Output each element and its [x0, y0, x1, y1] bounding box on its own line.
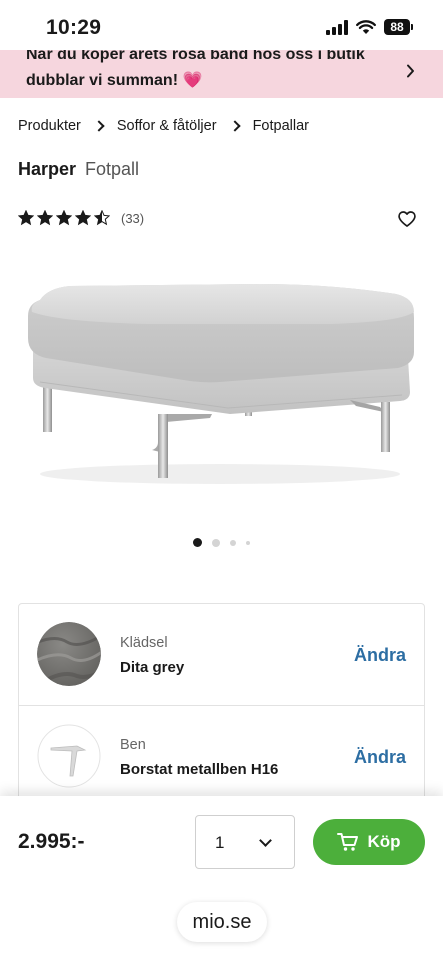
cellular-signal-icon [326, 19, 348, 35]
product-title: Harper Fotpall [18, 159, 139, 180]
carousel-dot[interactable] [246, 540, 250, 545]
heart-icon[interactable] [397, 209, 417, 229]
browser-bottom-bar: mio.se [0, 892, 443, 960]
product-name: Harper [18, 159, 77, 179]
wifi-icon [356, 19, 376, 34]
status-time: 10:29 [46, 16, 102, 39]
star-icon [37, 210, 53, 226]
star-icon [18, 210, 34, 226]
chevron-right-icon [406, 64, 415, 83]
status-bar: 10:29 88 [0, 0, 443, 50]
battery-level: 88 [384, 19, 410, 35]
review-count: (33) [121, 210, 145, 226]
rating[interactable]: (33) [18, 210, 144, 226]
option-legs[interactable]: Ben Borstat metallben H16 Ändra [19, 705, 424, 806]
promo-banner[interactable]: När du köper årets rosa band hos oss i b… [0, 50, 443, 98]
breadcrumb-item-fotpallar[interactable]: Fotpallar [253, 118, 309, 134]
carousel-dot[interactable] [193, 538, 202, 547]
promo-text: När du köper årets rosa band hos oss i b… [26, 50, 365, 89]
breadcrumb: Produkter Soffor & fåtöljer Fotpallar [18, 118, 309, 134]
change-upholstery-button[interactable]: Ändra [354, 645, 406, 666]
carousel-dot[interactable] [212, 538, 220, 547]
rating-stars [18, 210, 110, 226]
product-image[interactable] [0, 262, 443, 502]
breadcrumb-item-soffor[interactable]: Soffor & fåtöljer [117, 118, 217, 134]
status-icons: 88 [326, 19, 413, 35]
chevron-right-icon [93, 120, 105, 132]
chevron-right-icon [228, 120, 241, 132]
star-icon [75, 210, 91, 226]
star-icon [94, 210, 110, 226]
option-upholstery[interactable]: Klädsel Dita grey Ändra [19, 604, 424, 705]
product-type: Fotpall [85, 159, 140, 179]
price: 2.995:- [18, 830, 85, 853]
change-legs-button[interactable]: Ändra [354, 747, 406, 768]
quantity-select[interactable]: 1 [195, 815, 295, 869]
leg-swatch [37, 724, 101, 788]
cart-icon [337, 833, 359, 851]
star-icon [56, 210, 72, 226]
fabric-swatch [37, 622, 101, 686]
carousel-dot[interactable] [230, 539, 236, 546]
option-value: Borstat metallben H16 [120, 761, 279, 778]
product-options: Klädsel Dita grey Ändra Ben Borstat meta… [18, 603, 425, 813]
purchase-bar: 2.995:- 1 Köp [0, 796, 443, 892]
quantity-value: 1 [215, 833, 225, 852]
carousel-dots[interactable] [0, 538, 443, 547]
buy-button[interactable]: Köp [313, 819, 425, 865]
battery-icon: 88 [384, 19, 413, 35]
option-value: Dita grey [120, 659, 185, 676]
buy-button-label: Köp [367, 832, 401, 851]
option-label: Klädsel [120, 635, 168, 651]
option-label: Ben [120, 737, 146, 753]
address-bar[interactable]: mio.se [177, 902, 267, 942]
breadcrumb-item-produkter[interactable]: Produkter [18, 118, 81, 134]
chevron-down-icon [259, 834, 272, 847]
